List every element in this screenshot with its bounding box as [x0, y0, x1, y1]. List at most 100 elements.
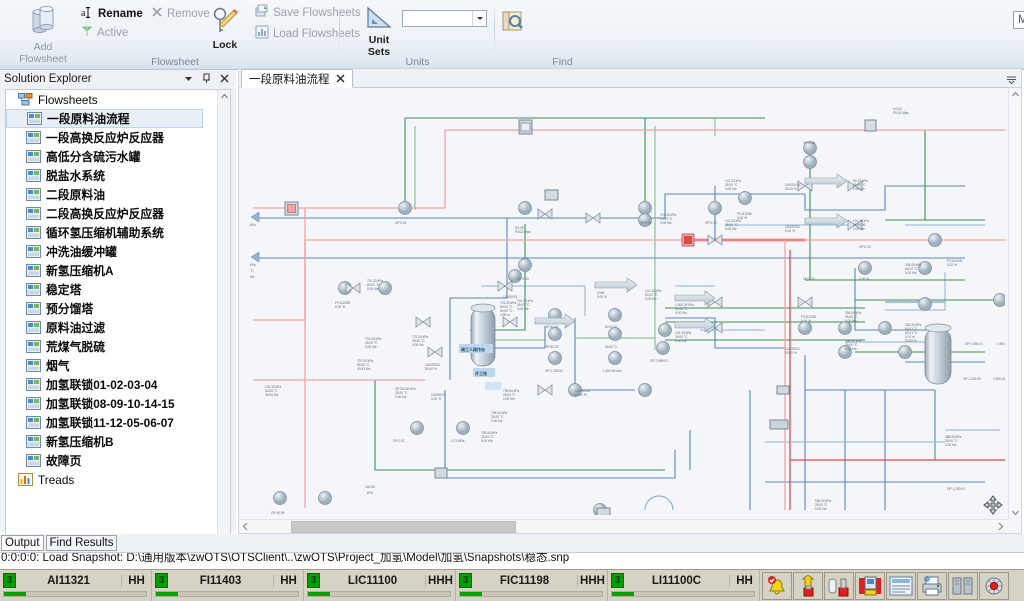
tab-close-icon[interactable]: [336, 72, 345, 86]
close-icon[interactable]: [219, 73, 230, 84]
ribbon-group-units: Unit Sets Units: [340, 0, 495, 70]
alarm-item[interactable]: 3FI11403HH: [152, 570, 304, 601]
alarm-archive-button[interactable]: [948, 572, 978, 600]
document-tabstrip: 一段原料油流程: [239, 69, 1021, 88]
unit-sets-button[interactable]: Unit Sets: [356, 5, 402, 58]
canvas-scroll-right-icon[interactable]: [994, 520, 1008, 533]
svg-text:kPa: kPa: [250, 223, 256, 227]
flowsheet-page-icon: [26, 283, 41, 296]
tree-item-label: 二段原料油: [46, 186, 105, 203]
output-tab-find-results[interactable]: Find Results: [46, 535, 118, 551]
tree-item-flowsheet[interactable]: 稳定塔: [6, 280, 217, 299]
canvas-hscroll-thumb[interactable]: [291, 521, 516, 533]
solution-explorer-panel: Solution Explorer: [0, 70, 236, 532]
tree-item-flowsheet[interactable]: 原料油过滤: [6, 318, 217, 337]
svg-text:0.00 t/hr: 0.00 t/hr: [675, 339, 688, 343]
svg-text:OP 0.20: OP 0.20: [859, 245, 871, 249]
alarm-item[interactable]: 3FIC11198HHH: [456, 570, 608, 601]
remove-button[interactable]: Remove: [148, 5, 213, 22]
tree-item-flowsheet[interactable]: 二段原料油: [6, 185, 217, 204]
svg-text:OP 1.200.00: OP 1.200.00: [545, 369, 563, 373]
tree-item-flowsheet[interactable]: 循环氢压缩机辅助系统: [6, 223, 217, 242]
tree-item-flowsheet[interactable]: 预分馏塔: [6, 299, 217, 318]
svg-text:0.00 t/hr: 0.00 t/hr: [845, 347, 858, 351]
scroll-up-icon[interactable]: [218, 90, 231, 103]
flowsheet-page-icon: [26, 416, 41, 429]
canvas-vertical-scrollbar[interactable]: [1008, 88, 1021, 519]
output-log-line: 0:0:0:0: Load Snapshot: D:\通用版本\zwOTS\OT…: [1, 552, 569, 565]
tree-item-flowsheet[interactable]: 烟气: [6, 356, 217, 375]
alarm-bell-ack-button[interactable]: [762, 572, 792, 600]
tree-item-flowsheet[interactable]: 高低分含硫污水罐: [6, 147, 217, 166]
canvas-scroll-down-icon[interactable]: [1009, 506, 1021, 519]
tree-item-flowsheet[interactable]: 加氢联锁11-12-05-06-07: [6, 413, 217, 432]
svg-text:PG02 Mpa: PG02 Mpa: [515, 230, 530, 234]
svg-text:0.00 t/hr: 0.00 t/hr: [365, 345, 378, 349]
alarm-print-button[interactable]: [917, 572, 947, 600]
alarm-item[interactable]: 3LIC11100HHH: [304, 570, 456, 601]
flowsheet-page-icon: [26, 169, 41, 182]
tree-item-flowsheet[interactable]: 新氢压缩机B: [6, 432, 217, 451]
svg-text:a: a: [81, 8, 86, 19]
output-tab-output[interactable]: Output: [1, 535, 44, 551]
unit-set-select[interactable]: [402, 10, 487, 27]
alarm-item[interactable]: 3LI11100CHH: [608, 570, 760, 601]
flowsheet-diagram[interactable]: OP 0.01 SV-05PG02 Mpa OP 0.00OP 0.00 PV1…: [245, 90, 1005, 515]
tabstrip-menu-icon[interactable]: [1006, 73, 1017, 84]
dropdown-icon[interactable]: [183, 73, 194, 84]
tree-item-flowsheet[interactable]: 脱盐水系统: [6, 166, 217, 185]
canvas-scroll-left-icon[interactable]: [239, 520, 253, 533]
tree-item-flowsheet[interactable]: 一段原料油流程: [6, 109, 203, 128]
flowsheet-page-icon: [26, 207, 41, 220]
flowsheet-page-icon: [26, 435, 41, 448]
lock-button[interactable]: Lock: [208, 6, 242, 51]
tree-items-container: 一段原料油流程一段高换反应炉反应器高低分含硫污水罐 脱盐水系统二段原料油二段高换…: [6, 109, 217, 470]
tree-vertical-scrollbar[interactable]: [217, 90, 230, 547]
find-model-name-input[interactable]: Model Name: [1013, 11, 1024, 29]
tree-item-flowsheet[interactable]: 冲洗油缓冲罐: [6, 242, 217, 261]
lock-key-pencil-icon: [208, 6, 242, 39]
tree-item-flowsheet[interactable]: 荒煤气脱硫: [6, 337, 217, 356]
alarm-summary-button[interactable]: [855, 572, 885, 600]
flowsheet-canvas-viewport[interactable]: OP 0.01 SV-05PG02 Mpa OP 0.00OP 0.00 PV1…: [239, 88, 1021, 533]
flowsheet-tree[interactable]: Flowsheets 一段原料油流程一段高换反应炉反应器高低分含硫污水罐 脱盐水…: [5, 89, 231, 561]
alarm-silence-button[interactable]: [824, 572, 854, 600]
canvas-scroll-up-icon[interactable]: [1009, 88, 1021, 101]
rename-button[interactable]: a Rename: [78, 5, 146, 23]
tree-item-flowsheet[interactable]: 故障页: [6, 451, 217, 470]
alarm-disable-button[interactable]: [979, 572, 1009, 600]
active-toggle[interactable]: Active: [78, 24, 131, 41]
alarm-list-icon: [889, 575, 913, 600]
tree-item-label: 加氢联锁01-02-03-04: [46, 376, 157, 393]
tree-item-label: 烟气: [46, 357, 70, 374]
tree-item-flowsheet[interactable]: 一段高换反应炉反应器: [6, 128, 217, 147]
tree-item-flowsheet[interactable]: 加氢联锁08-09-10-14-15: [6, 394, 217, 413]
ribbon-toolbar: Add Flowsheet a Rename: [0, 0, 1024, 70]
tree-item-flowsheet[interactable]: 加氢联锁01-02-03-04: [6, 375, 217, 394]
svg-text:OP 0.00: OP 0.00: [803, 141, 815, 145]
active-flag-icon: [81, 25, 93, 40]
alarm-limit-label: HH: [729, 575, 759, 587]
svg-text:OP 0.00: OP 0.00: [640, 221, 652, 225]
svg-text:0.00 t/hr: 0.00 t/hr: [905, 271, 918, 275]
tree-trends[interactable]: Treads: [6, 470, 217, 489]
canvas-horizontal-scrollbar[interactable]: [239, 519, 1008, 533]
unit-sets-triangle-icon: [356, 5, 402, 34]
alarm-item[interactable]: 3AI11321HH: [0, 570, 152, 601]
tree-item-flowsheet[interactable]: 二段高换反应炉反应器: [6, 204, 217, 223]
tree-root-flowsheets[interactable]: Flowsheets: [6, 90, 217, 109]
svg-text:0.00 t/hr: 0.00 t/hr: [517, 307, 530, 311]
flowsheet-page-icon: [26, 150, 41, 163]
svg-text:OP 0.00: OP 0.00: [705, 221, 717, 225]
alarm-list-button[interactable]: [886, 572, 916, 600]
tab-flowsheet-active[interactable]: 一段原料油流程: [241, 69, 353, 88]
tree-item-label: 新氢压缩机B: [46, 433, 114, 450]
pin-icon[interactable]: [201, 73, 212, 84]
flowsheet-page-icon: [26, 264, 41, 277]
chevron-down-icon[interactable]: [472, 11, 486, 26]
tree-item-flowsheet[interactable]: 新氢压缩机A: [6, 261, 217, 280]
pan-move-icon[interactable]: [983, 495, 1003, 515]
output-log-body[interactable]: 0:0:0:0: Load Snapshot: D:\通用版本\zwOTS\OT…: [0, 552, 1024, 569]
alarm-up-button[interactable]: [793, 572, 823, 600]
svg-text:53.95 %: 53.95 %: [905, 339, 917, 343]
